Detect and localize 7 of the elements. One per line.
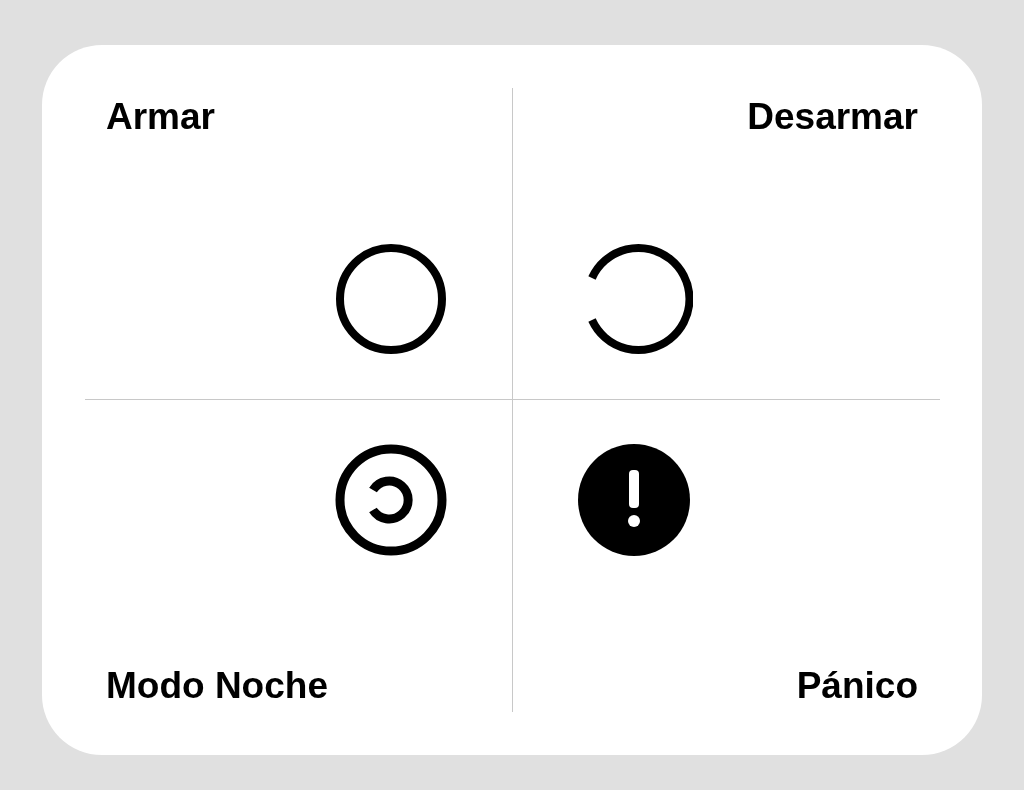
ring-with-arc-icon (334, 444, 447, 556)
panel-button[interactable]: Armar (85, 88, 513, 400)
panel-button[interactable]: Modo Noche (85, 400, 513, 712)
panel-button[interactable]: Pánico (512, 400, 940, 712)
circle-icon (334, 243, 447, 355)
panel-button[interactable]: Desarmar (512, 88, 940, 400)
exclamation-icon (577, 444, 690, 556)
